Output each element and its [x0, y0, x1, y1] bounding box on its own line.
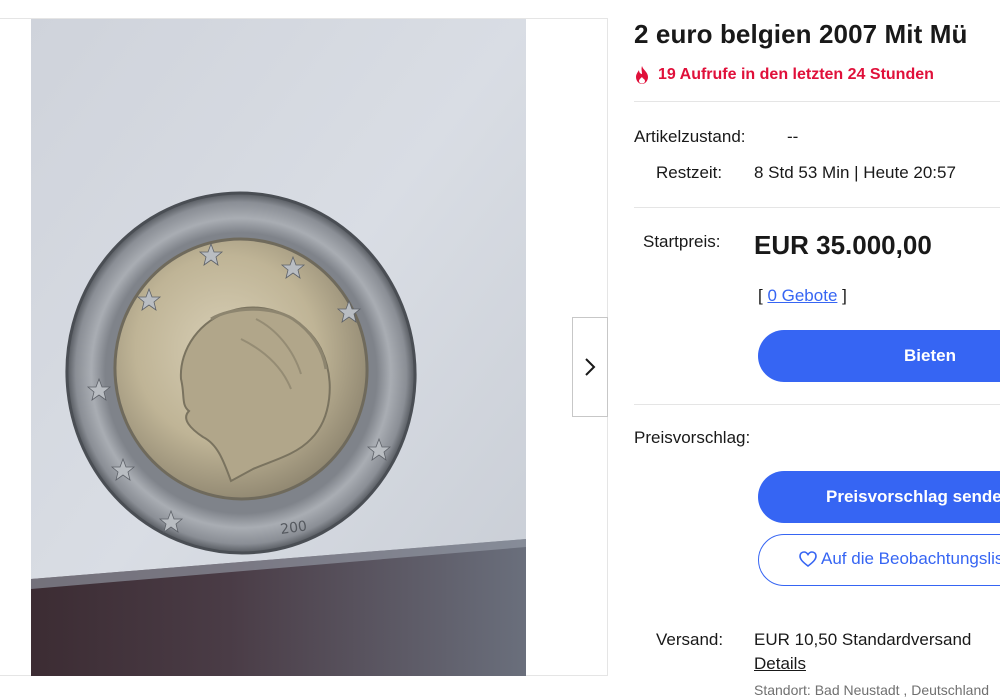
item-photo[interactable]: 200 — [31, 19, 526, 676]
add-to-watchlist-button[interactable]: Auf die Beobachtungsliste — [758, 534, 1000, 586]
divider — [634, 207, 1000, 208]
shipping-label: Versand: — [656, 630, 724, 649]
shipping-value: EUR 10,50 Standardversand — [754, 630, 972, 649]
watchers-notice: 19 Aufrufe in den letzten 24 Stunden — [634, 66, 934, 84]
item-location: Standort: Bad Neustadt , Deutschland — [754, 682, 990, 698]
image-gallery: 200 — [0, 18, 608, 676]
watchlist-button-label: Auf die Beobachtungsliste — [821, 549, 1000, 568]
make-offer-button-label: Preisvorschlag senden — [826, 487, 1000, 506]
make-offer-button[interactable]: Preisvorschlag senden — [758, 471, 1000, 523]
item-info-panel: 2 euro belgien 2007 Mit Mü 19 Aufrufe in… — [634, 0, 1000, 700]
heart-outline-icon — [799, 551, 817, 567]
bid-count-link[interactable]: 0 Gebote — [767, 286, 837, 305]
condition-label: Artikelzustand: — [634, 127, 746, 146]
condition-value: -- — [787, 127, 799, 146]
offer-label: Preisvorschlag: — [634, 428, 751, 447]
watchers-text: 19 Aufrufe in den letzten 24 Stunden — [658, 66, 934, 83]
bid-count: [ 0 Gebote ] — [758, 286, 847, 306]
bids-bracket-close: ] — [837, 286, 847, 305]
divider — [634, 101, 1000, 102]
item-title: 2 euro belgien 2007 Mit Mü — [634, 19, 968, 49]
fire-icon — [636, 66, 648, 84]
next-image-button[interactable] — [572, 317, 608, 417]
shipping-details-link[interactable]: Details — [754, 654, 806, 674]
time-left-value: 8 Std 53 Min | Heute 20:57 — [754, 163, 956, 182]
start-price-label: Startpreis: — [643, 232, 721, 251]
divider — [634, 404, 1000, 405]
bid-button[interactable]: Bieten — [758, 330, 1000, 382]
bid-button-label: Bieten — [904, 346, 956, 365]
start-price-value: EUR 35.000,00 — [754, 230, 932, 260]
coin-photo-image: 200 — [31, 19, 526, 676]
time-left-label: Restzeit: — [656, 163, 723, 182]
chevron-right-icon — [585, 358, 596, 376]
